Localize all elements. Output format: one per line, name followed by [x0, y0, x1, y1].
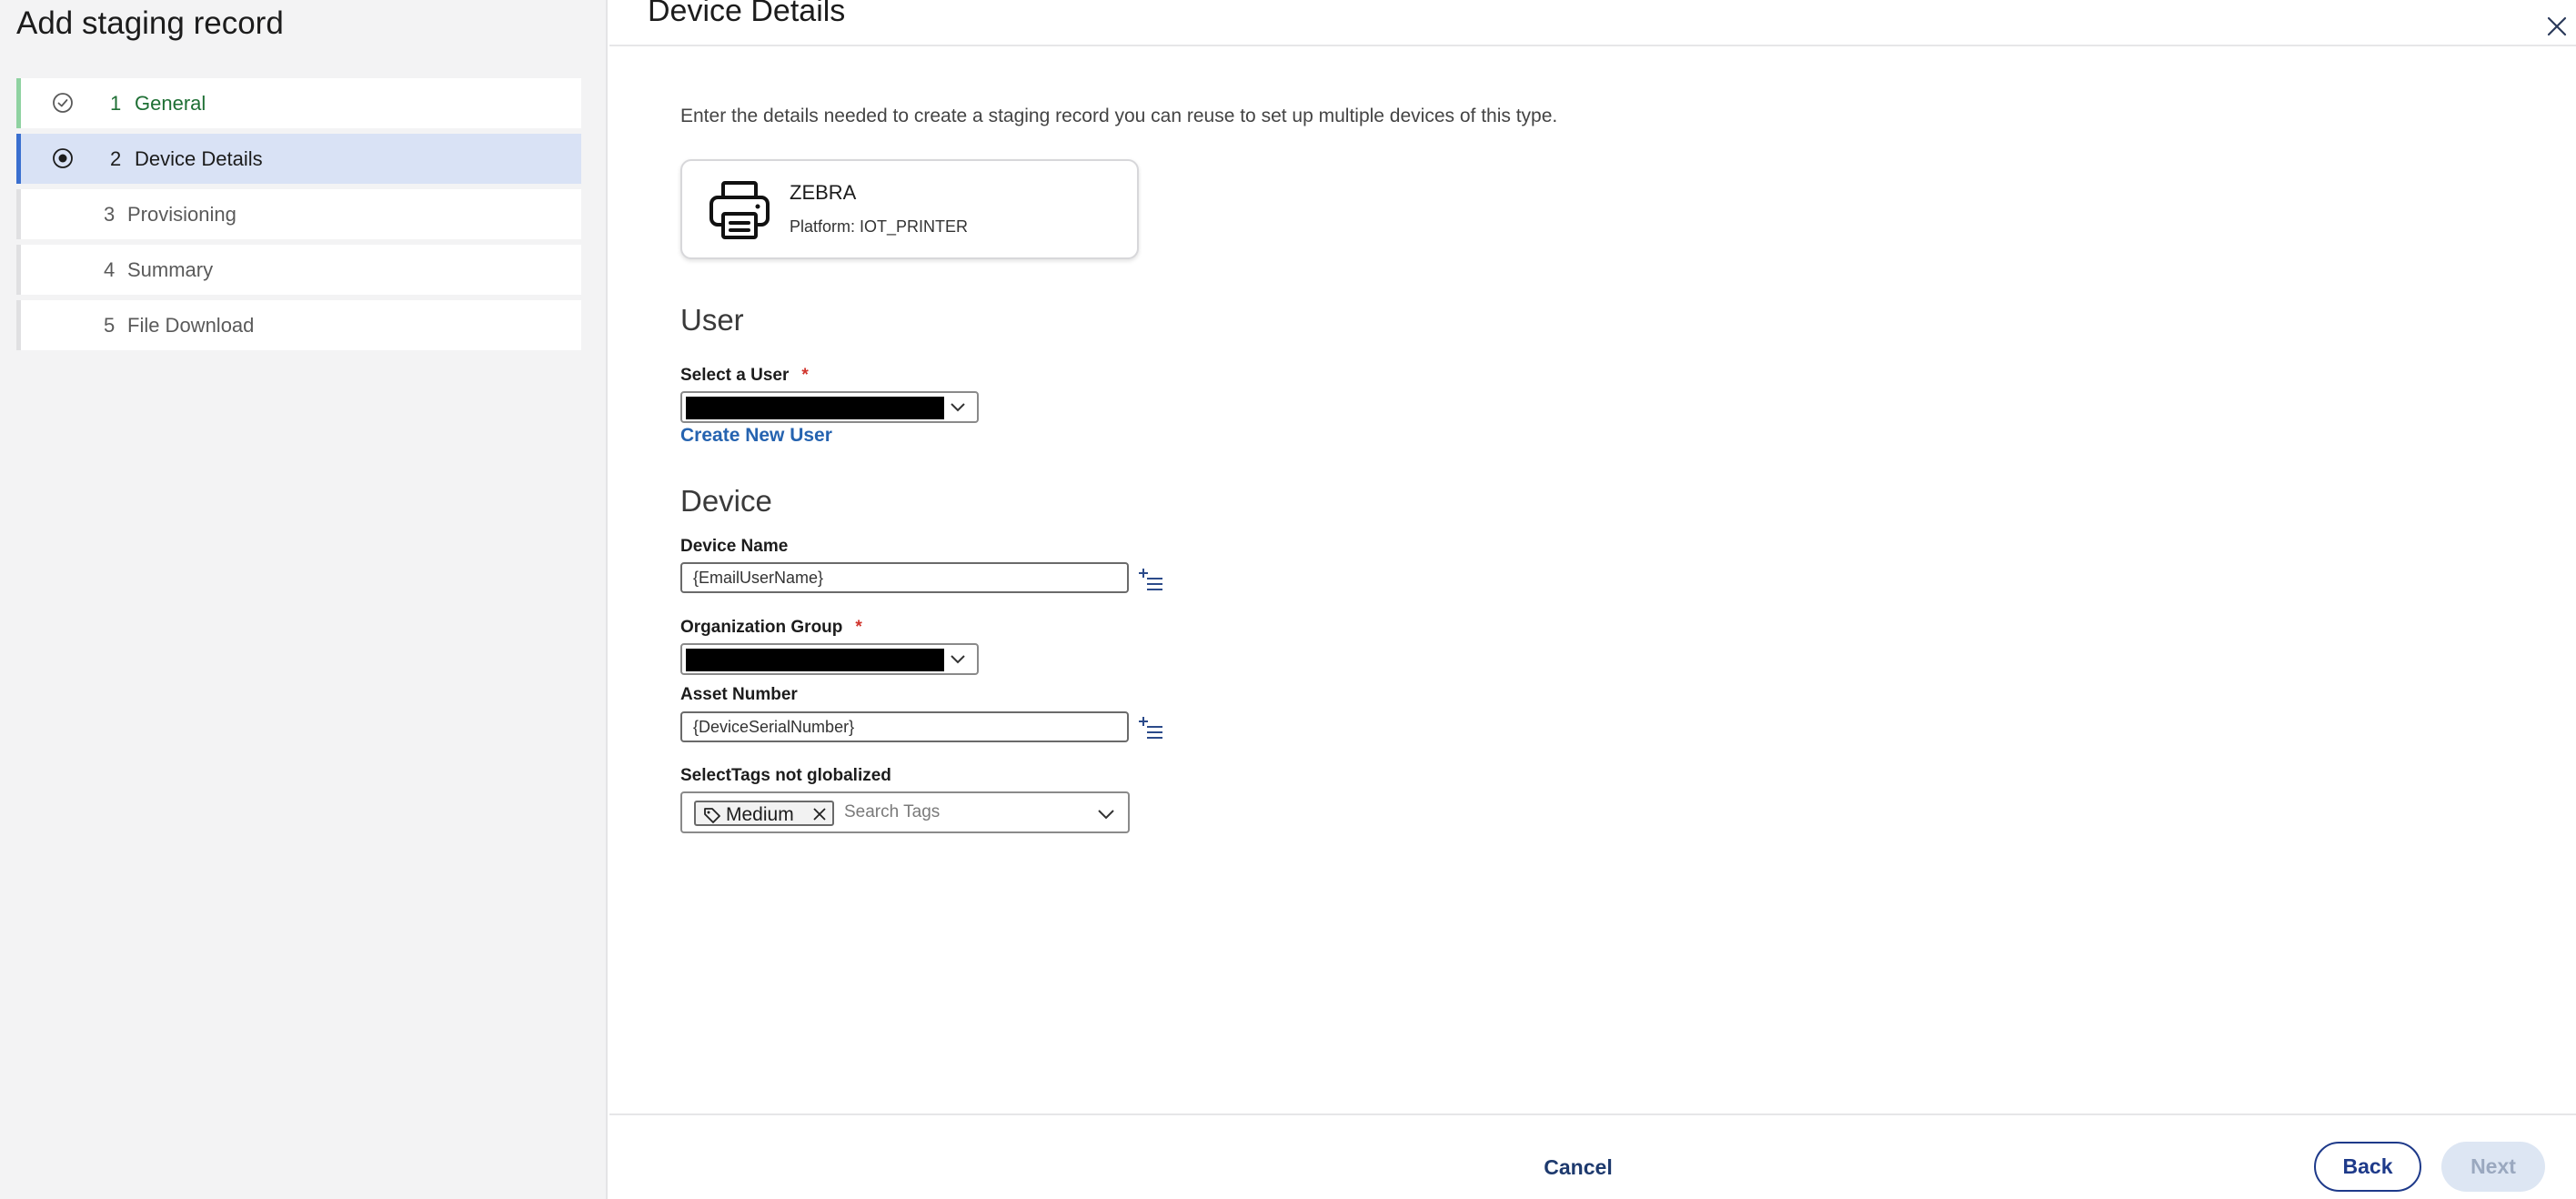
device-name-label: Device Name: [680, 537, 789, 556]
step-label: Provisioning: [127, 202, 236, 226]
chevron-down-icon: [951, 655, 965, 664]
step-number: 2: [110, 146, 122, 170]
org-group-label-text: Organization Group: [680, 618, 843, 637]
app-root: Add staging record 1 General 2 Device De…: [0, 0, 2576, 1199]
step-label: Device Details: [135, 146, 263, 170]
next-button[interactable]: Next: [2441, 1142, 2545, 1192]
step-number: 1: [110, 91, 122, 115]
step-label: General: [135, 91, 206, 115]
organization-group-select[interactable]: [680, 643, 979, 675]
step-number: 4: [104, 257, 116, 281]
insert-lookup-value-icon[interactable]: [1137, 568, 1164, 593]
chevron-down-icon[interactable]: [1097, 809, 1115, 820]
wizard-sidebar: Add staging record 1 General 2 Device De…: [0, 0, 608, 1199]
redacted-value: [686, 397, 944, 419]
wizard-steps: 1 General 2 Device Details 3 Provisionin…: [16, 78, 581, 356]
device-details-panel: Device Details Enter the details needed …: [609, 0, 2576, 1199]
device-section-heading: Device: [680, 484, 772, 518]
step-provisioning[interactable]: 3 Provisioning: [16, 189, 581, 239]
device-name-input[interactable]: [680, 562, 1129, 593]
select-user-label-text: Select a User: [680, 366, 790, 385]
panel-header: Device Details: [609, 0, 2576, 46]
step-label: File Download: [127, 313, 255, 337]
tag-icon: [704, 808, 720, 823]
step-general[interactable]: 1 General: [16, 78, 581, 128]
redacted-value: [686, 649, 944, 671]
tags-label: SelectTags not globalized: [680, 766, 891, 785]
device-platform: Platform: IOT_PRINTER: [790, 217, 969, 236]
back-button[interactable]: Back: [2314, 1142, 2421, 1192]
cancel-button[interactable]: Cancel: [1519, 1143, 1637, 1193]
asset-number-input[interactable]: [680, 711, 1129, 742]
check-circle-icon: [53, 93, 73, 113]
asset-number-label: Asset Number: [680, 685, 798, 704]
panel-footer: Cancel Back Next: [609, 1113, 2576, 1199]
user-select[interactable]: [680, 391, 979, 423]
radio-selected-icon: [53, 148, 73, 168]
remove-tag-icon[interactable]: [812, 807, 827, 821]
step-device-details[interactable]: 2 Device Details: [16, 134, 581, 184]
insert-lookup-value-icon[interactable]: [1137, 716, 1164, 741]
step-number: 3: [104, 202, 116, 226]
required-mark: *: [855, 618, 862, 637]
device-brand: ZEBRA: [790, 181, 857, 204]
tag-chip: Medium: [694, 801, 834, 826]
org-group-label: Organization Group *: [680, 618, 862, 638]
page-title: Device Details: [648, 0, 846, 28]
step-label: Summary: [127, 257, 214, 281]
tags-multiselect[interactable]: Medium Search Tags: [680, 791, 1130, 833]
close-icon[interactable]: [2545, 15, 2569, 38]
required-mark: *: [801, 366, 809, 385]
create-new-user-link[interactable]: Create New User: [680, 425, 832, 447]
step-summary[interactable]: 4 Summary: [16, 245, 581, 295]
device-type-card: ZEBRA Platform: IOT_PRINTER: [680, 159, 1139, 259]
wizard-title: Add staging record: [16, 5, 284, 41]
tag-chip-label: Medium: [726, 804, 794, 825]
step-number: 5: [104, 313, 116, 337]
panel-description: Enter the details needed to create a sta…: [680, 106, 1558, 126]
user-section-heading: User: [680, 303, 744, 337]
tags-search-placeholder: Search Tags: [844, 802, 941, 821]
printer-icon: [709, 181, 770, 239]
chevron-down-icon: [951, 403, 965, 412]
step-file-download[interactable]: 5 File Download: [16, 300, 581, 350]
select-user-label: Select a User *: [680, 366, 809, 386]
